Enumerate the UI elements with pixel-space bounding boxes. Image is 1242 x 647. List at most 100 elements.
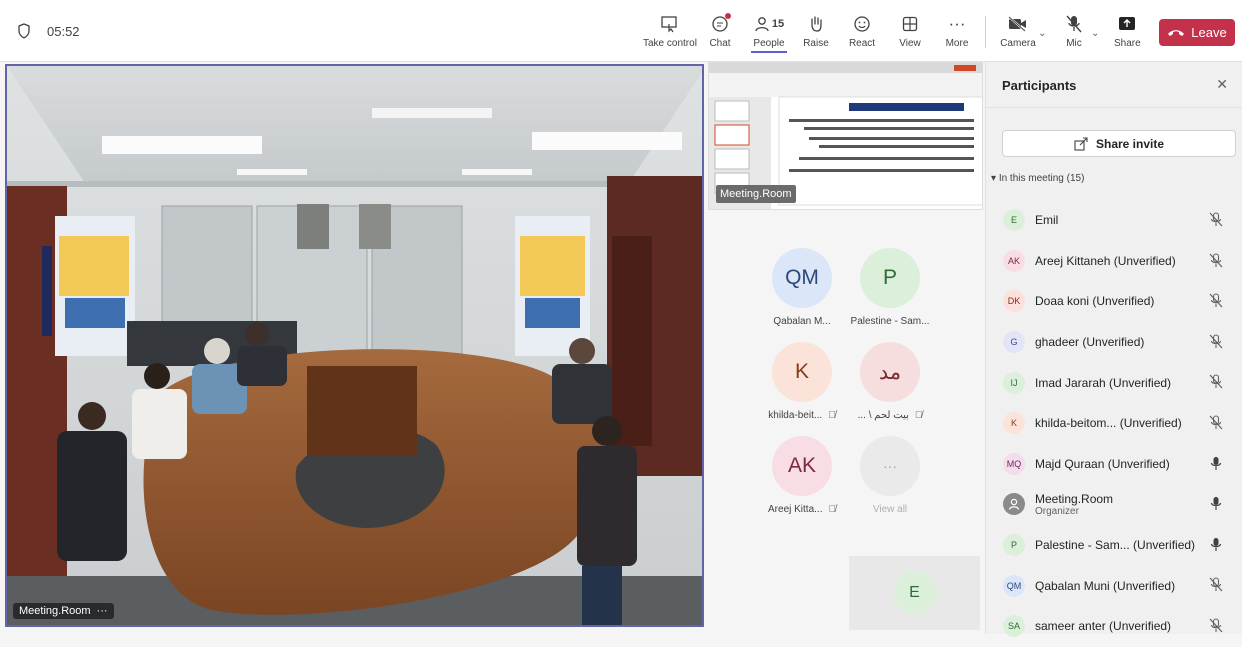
mic-off-icon[interactable] <box>1209 374 1223 392</box>
mic-off-icon[interactable] <box>1209 415 1223 433</box>
participant-row[interactable]: E Emil <box>986 200 1242 241</box>
grid-tile-avatar: QM <box>772 248 832 308</box>
participant-name: ghadeer (Unverified) <box>1035 335 1145 350</box>
participant-initials: G <box>1010 337 1018 348</box>
grid-tile-name-row: ... \ بيت لحم 🎙̸ <box>840 410 940 421</box>
main-video-feed[interactable]: Meeting.Room ··· <box>5 64 704 627</box>
view-all-label: View all <box>872 504 908 515</box>
participant-name-block: sameer anter (Unverified) <box>1035 619 1171 633</box>
participant-initials: E <box>1010 215 1017 226</box>
people-button[interactable]: 15 People <box>751 12 787 53</box>
grid-tile-name-row: Palestine - Sam... <box>840 316 940 327</box>
mic-off-icon[interactable] <box>1209 293 1223 311</box>
participant-name: sameer anter (Unverified) <box>1035 619 1172 634</box>
participants-panel: Participants ✕ Share invite ▾ In this me… <box>985 62 1242 638</box>
more-label: More <box>945 38 969 49</box>
participant-row[interactable]: Kkhilda-beitom... (Unverified) <box>986 403 1242 444</box>
participant-avatar: IJ <box>1003 371 1025 394</box>
grid-tile-name-row: khilda-beit... 🎙̸ <box>752 410 852 421</box>
participant-name: Areej Kittaneh (Unverified) <box>1035 253 1176 268</box>
participant-row[interactable]: Gghadeer (Unverified) <box>986 322 1242 363</box>
leave-label: Leave <box>1191 25 1227 40</box>
react-button[interactable]: React <box>848 12 876 49</box>
participant-row[interactable]: QM Qabalan Muni (Unverified) <box>986 565 1242 606</box>
share-icon <box>1114 12 1140 36</box>
mic-on-icon[interactable] <box>1209 537 1223 555</box>
people-count: 15 <box>771 18 785 30</box>
grid-icon <box>897 12 923 36</box>
mic-off-icon <box>1063 12 1085 36</box>
camera-off-icon <box>1000 12 1036 36</box>
view-button[interactable]: View <box>897 12 923 49</box>
mic-off-icon[interactable] <box>1209 334 1223 352</box>
chat-label: Chat <box>709 38 731 49</box>
participant-avatar: AK <box>1003 249 1025 272</box>
more-button[interactable]: ··· More <box>944 12 970 49</box>
mic-off-icon[interactable] <box>1209 212 1223 230</box>
camera-button[interactable]: Camera <box>1000 12 1036 49</box>
participant-row[interactable]: DK Doaa koni (Unverified) <box>986 281 1242 322</box>
mic-off-icon[interactable] <box>1209 618 1223 636</box>
participant-row[interactable]: SA sameer anter (Unverified) <box>986 606 1242 647</box>
grid-tile[interactable]: مد ... \ بيت لحم 🎙̸ <box>840 342 940 421</box>
share-arrow-icon <box>1074 136 1088 151</box>
mic-on-icon[interactable] <box>1209 456 1223 474</box>
mic-off-icon[interactable] <box>1209 253 1223 271</box>
grid-tile-name-row: Areej Kitta... 🎙̸ <box>752 504 852 515</box>
participant-avatar: K <box>1003 412 1025 435</box>
participant-name-block: Emil <box>1035 213 1058 227</box>
mic-off-icon: 🎙̸ <box>828 410 836 421</box>
ellipsis-icon: ··· <box>948 14 966 33</box>
share-invite-label: Share invite <box>1095 136 1165 151</box>
participant-row[interactable]: MQ Majd Quraan (Unverified) <box>986 444 1242 485</box>
camera-label: Camera <box>1000 38 1036 49</box>
camera-options-chevron-icon[interactable]: ⌄ <box>1038 28 1046 39</box>
grid-tile-name: Qabalan M... <box>773 316 831 327</box>
grid-tile[interactable]: P Palestine - Sam... <box>840 248 940 327</box>
grid-tile-name: khilda-beit... <box>768 410 823 421</box>
phone-icon <box>1168 29 1185 36</box>
take-control-icon <box>643 12 695 36</box>
mic-options-chevron-icon[interactable]: ⌄ <box>1091 28 1099 39</box>
grid-tile-avatar: K <box>772 342 832 402</box>
self-video-tile[interactable]: E <box>849 556 980 630</box>
grid-tile-initials: QM <box>785 266 819 289</box>
in-meeting-section-toggle[interactable]: ▾ In this meeting (15) <box>991 173 1084 184</box>
close-icon[interactable]: ✕ <box>1216 76 1228 93</box>
participant-row[interactable]: Meeting.Room Organizer <box>986 484 1242 525</box>
mic-on-icon[interactable] <box>1209 496 1223 514</box>
participant-row[interactable]: P Palestine - Sam... (Unverified) <box>986 525 1242 566</box>
self-avatar: E <box>892 571 937 615</box>
view-all-tile[interactable]: ··· View all <box>840 436 940 515</box>
grid-tile-avatar: AK <box>772 436 832 496</box>
grid-tile-name: ... \ بيت لحم <box>857 410 909 421</box>
participant-name-block: Qabalan Muni (Unverified) <box>1035 579 1175 593</box>
participant-name: Qabalan Muni (Unverified) <box>1035 578 1176 593</box>
mic-button[interactable]: Mic <box>1063 12 1085 49</box>
grid-tile-initials: مد <box>878 360 902 384</box>
raise-hand-button[interactable]: Raise <box>803 12 829 49</box>
take-control-button[interactable]: Take control <box>643 12 697 49</box>
people-icon-wrap: 15 <box>751 12 787 36</box>
participant-role: Organizer <box>1035 505 1079 517</box>
mic-off-icon[interactable] <box>1209 577 1223 595</box>
grid-tile-name-row: Qabalan M... <box>752 316 852 327</box>
participant-name: khilda-beitom... (Unverified) <box>1035 416 1182 431</box>
grid-tile[interactable]: K khilda-beit... 🎙̸ <box>752 342 852 421</box>
participant-name: Imad Jararah (Unverified) <box>1035 375 1172 390</box>
share-button[interactable]: Share <box>1114 12 1141 49</box>
grid-tile[interactable]: AK Areej Kitta... 🎙̸ <box>752 436 852 515</box>
people-icon <box>755 17 769 32</box>
share-invite-button[interactable]: Share invite <box>1002 130 1236 157</box>
participants-title: Participants <box>1002 78 1077 93</box>
room-name: Meeting.Room <box>19 605 91 617</box>
participant-row[interactable]: IJ Imad Jararah (Unverified) <box>986 362 1242 403</box>
chat-button[interactable]: Chat <box>707 12 733 49</box>
more-participants-ellipsis-icon: ··· <box>860 436 920 496</box>
grid-tile[interactable]: QM Qabalan M... <box>752 248 852 327</box>
room-options-ellipsis-icon[interactable]: ··· <box>97 605 108 617</box>
participant-name-block: Imad Jararah (Unverified) <box>1035 376 1171 390</box>
leave-button[interactable]: Leave <box>1159 19 1235 46</box>
participant-name-block: khilda-beitom... (Unverified) <box>1035 416 1182 430</box>
participant-row[interactable]: AK Areej Kittaneh (Unverified) <box>986 241 1242 282</box>
